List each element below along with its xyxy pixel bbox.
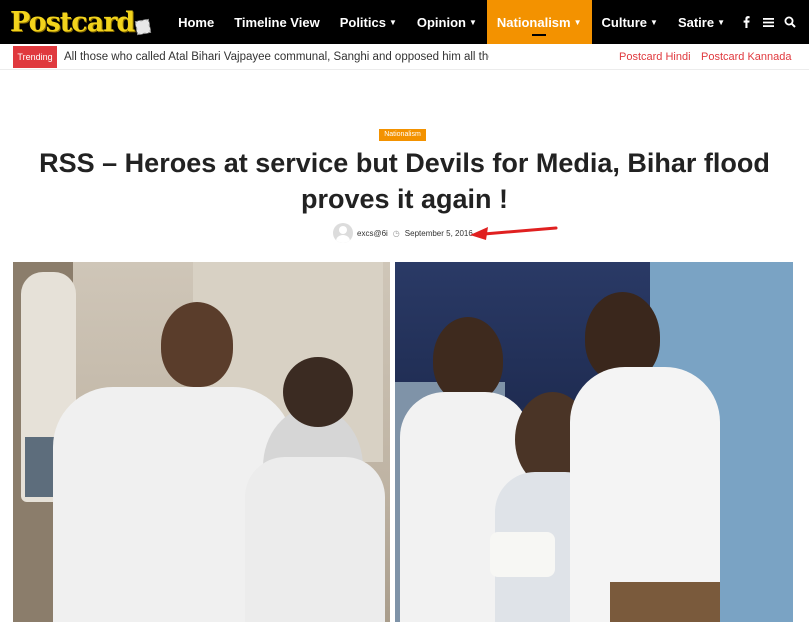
nav-item-satire[interactable]: Satire ▼: [668, 0, 735, 44]
facebook-icon[interactable]: [735, 0, 757, 44]
article-meta: excs@6i ◷ September 5, 2016: [333, 223, 473, 243]
caret-down-icon: ▼: [650, 17, 658, 27]
nav-label: Opinion: [416, 14, 466, 30]
nav-item-opinion[interactable]: Opinion ▼: [407, 0, 487, 44]
article-photo-left: [13, 262, 390, 622]
nav-item-timeline-view[interactable]: Timeline View: [224, 0, 330, 44]
postcard-hindi-link[interactable]: Postcard Hindi: [619, 44, 691, 70]
post-date: September 5, 2016: [404, 228, 473, 238]
caret-down-icon: ▼: [388, 17, 397, 27]
postcard-kannada-link[interactable]: Postcard Kannada: [701, 44, 792, 70]
category-badge[interactable]: Nationalism: [379, 129, 426, 141]
red-arrow-annotation: [470, 226, 558, 240]
trending-bar: Trending All those who called Atal Bihar…: [0, 44, 809, 70]
caret-down-icon: ▼: [468, 17, 477, 27]
caret-down-icon: ▼: [573, 17, 582, 27]
site-logo[interactable]: Postcard: [10, 2, 152, 42]
nav-label: Timeline View: [234, 14, 320, 30]
nav-item-culture[interactable]: Culture ▼: [592, 0, 668, 44]
caret-down-icon: ▼: [717, 17, 725, 27]
stamp-icon: [135, 18, 152, 36]
menu-icon[interactable]: [757, 0, 779, 44]
logo-text: Postcard: [10, 6, 135, 38]
author-avatar[interactable]: [333, 223, 353, 243]
nav-label: Culture: [601, 14, 648, 30]
nav-item-nationalism[interactable]: Nationalism ▼: [486, 0, 592, 44]
clock-icon: ◷: [392, 228, 400, 238]
main-nav: Home Timeline View Politics ▼ Opinion ▼ Na…: [168, 0, 809, 44]
nav-item-home[interactable]: Home: [168, 0, 224, 44]
top-navbar: Postcard Home Timeline View Politics ▼ Op…: [0, 0, 809, 44]
nav-label: Home: [178, 14, 215, 30]
nav-label: Satire: [677, 14, 715, 30]
trending-headline[interactable]: All those who called Atal Bihari Vajpaye…: [64, 44, 489, 70]
article-photo-right: [395, 262, 793, 622]
nav-item-politics[interactable]: Politics ▼: [330, 0, 407, 44]
search-icon[interactable]: [779, 0, 801, 44]
article-title: RSS – Heroes at service but Devils for M…: [39, 148, 770, 214]
trending-badge: Trending: [13, 46, 57, 68]
author-name[interactable]: excs@6i: [357, 229, 388, 238]
nav-label: Nationalism: [496, 14, 571, 30]
nav-label: Politics: [339, 14, 386, 30]
